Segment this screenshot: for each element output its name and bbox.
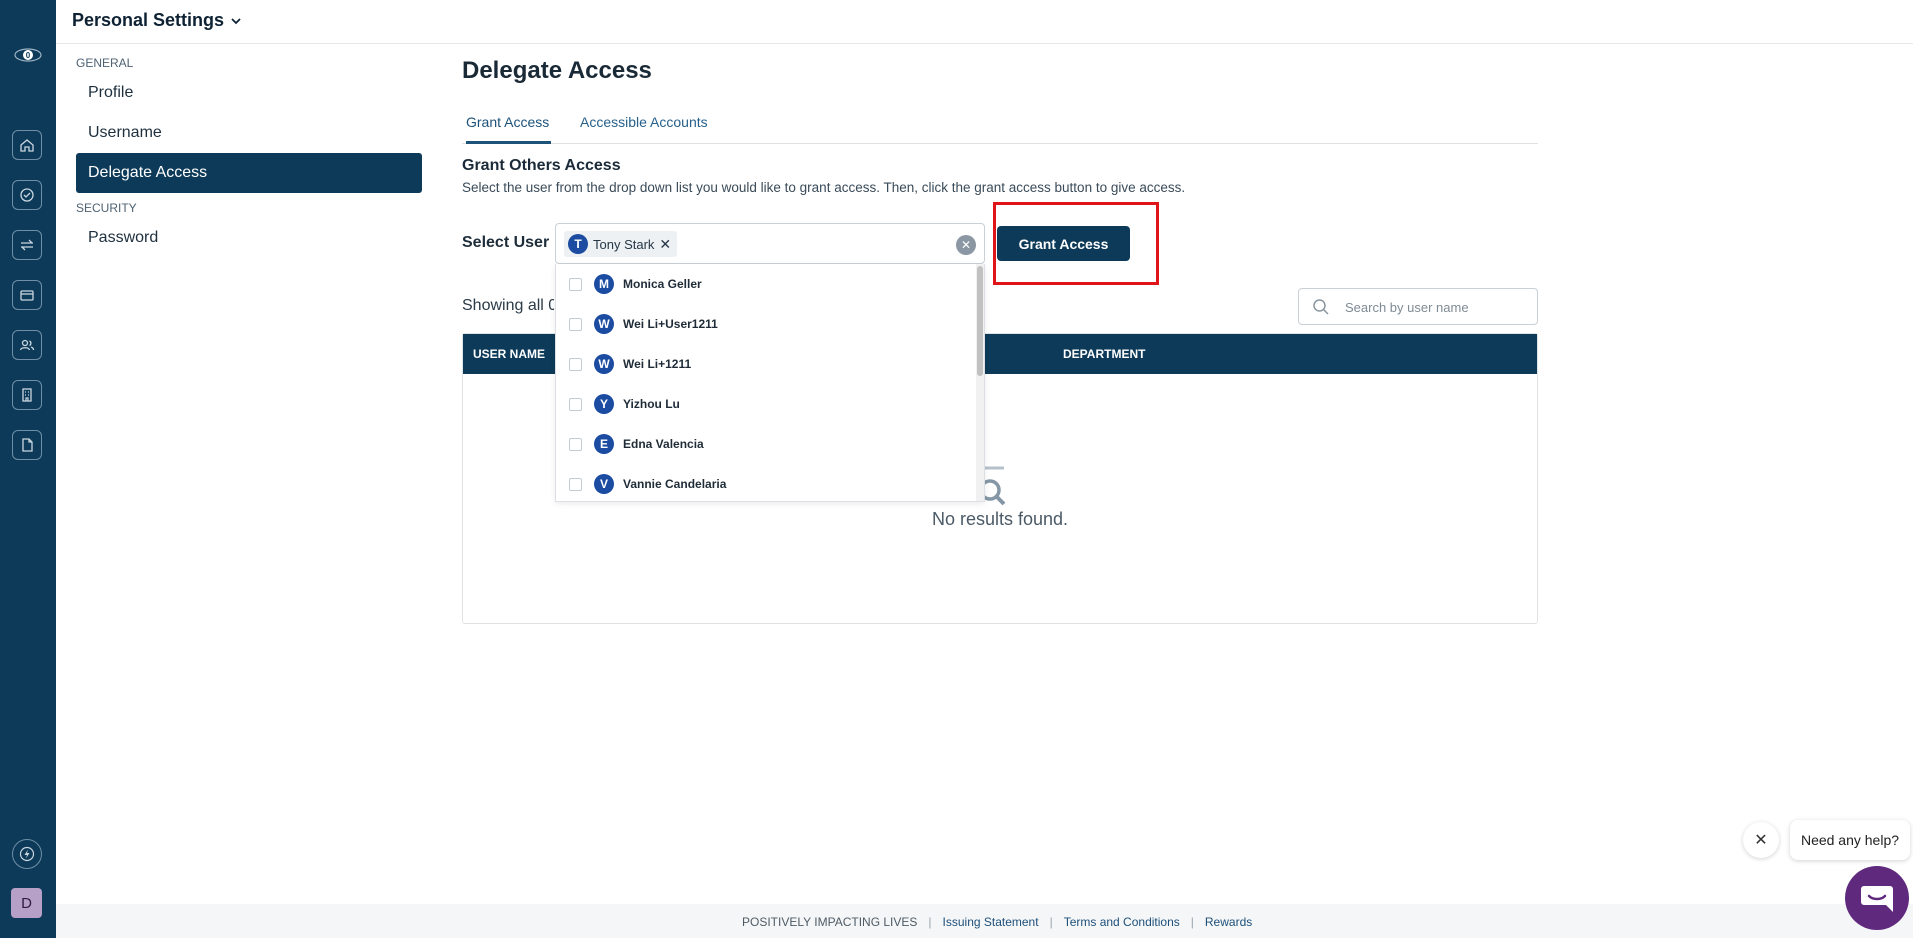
option-avatar: W	[594, 314, 614, 334]
footer-separator: |	[928, 915, 932, 929]
settings-nav: GENERAL Profile Username Delegate Access…	[76, 44, 422, 258]
option-checkbox[interactable]	[569, 397, 582, 411]
column-header-department[interactable]: DEPARTMENT	[1063, 347, 1145, 361]
option-checkbox[interactable]	[569, 437, 582, 451]
option-avatar: M	[594, 274, 614, 294]
footer-separator: |	[1049, 915, 1053, 929]
results-count: Showing all 0 users	[462, 297, 554, 314]
search-input[interactable]	[1345, 297, 1525, 317]
dropdown-option[interactable]: V Vannie Candelaria	[556, 464, 966, 501]
users-icon	[19, 339, 35, 351]
chip-label: Tony Stark	[593, 236, 655, 252]
footer-tagline: POSITIVELY IMPACTING LIVES	[742, 915, 918, 929]
footer-link-rewards[interactable]: Rewards	[1205, 915, 1252, 929]
page-title: Delegate Access	[462, 57, 652, 84]
option-avatar: Y	[594, 394, 614, 414]
help-bubble[interactable]: Need any help?	[1790, 820, 1910, 860]
clear-selection-icon[interactable]: ✕	[956, 235, 976, 255]
option-label: Wei Li+1211	[623, 357, 692, 371]
dropdown-option[interactable]: W Wei Li+1211	[556, 344, 966, 384]
dropdown-option[interactable]: M Monica Geller	[556, 264, 966, 304]
dropdown-option[interactable]: Y Yizhou Lu	[556, 384, 966, 424]
chip-avatar: T	[568, 234, 588, 254]
highlight-box	[993, 202, 1159, 285]
nav-section-security: SECURITY	[76, 201, 137, 215]
option-avatar: W	[594, 354, 614, 374]
section-description: Select the user from the drop down list …	[462, 180, 1186, 195]
page-footer: POSITIVELY IMPACTING LIVES | Issuing Sta…	[56, 904, 1913, 938]
search-icon	[1313, 299, 1329, 315]
dropdown-option[interactable]: W Wei Li+User1211	[556, 304, 966, 344]
bolt-icon	[19, 846, 35, 862]
selected-user-chip: T Tony Stark ✕	[564, 231, 678, 257]
option-label: Wei Li+User1211	[623, 317, 718, 331]
transfer-icon	[21, 239, 33, 251]
top-header: Personal Settings	[56, 0, 1913, 44]
close-icon: ✕	[1754, 832, 1768, 849]
chevron-down-icon	[231, 17, 241, 24]
user-search[interactable]	[1298, 288, 1538, 325]
user-dropdown: M Monica Geller W Wei Li+User1211 W Wei …	[555, 264, 985, 502]
dropdown-scrollbar[interactable]	[976, 264, 984, 501]
column-header-user-name[interactable]: USER NAME	[473, 347, 545, 361]
dropdown-scroll-thumb[interactable]	[977, 266, 983, 376]
rail-users-button[interactable]	[12, 330, 42, 360]
tab-accessible-accounts[interactable]: Accessible Accounts	[580, 104, 708, 144]
option-label: Vannie Candelaria	[623, 477, 727, 491]
rail-tasks-button[interactable]	[12, 180, 42, 210]
help-dismiss-button[interactable]: ✕	[1743, 822, 1779, 858]
option-label: Edna Valencia	[623, 437, 704, 451]
help-chat-button[interactable]	[1845, 866, 1909, 930]
option-checkbox[interactable]	[569, 477, 582, 491]
rail-transfer-button[interactable]	[12, 230, 42, 260]
nav-section-general: GENERAL	[76, 56, 134, 70]
nav-item-username[interactable]: Username	[76, 113, 422, 153]
header-title: Personal Settings	[72, 10, 225, 30]
building-icon	[22, 388, 32, 402]
option-avatar: E	[594, 434, 614, 454]
app-logo-count: 0	[26, 51, 31, 60]
remove-chip-icon[interactable]: ✕	[659, 236, 671, 253]
app-rail: 0 D	[0, 0, 56, 938]
dropdown-option[interactable]: E Edna Valencia	[556, 424, 966, 464]
rail-quick-actions-button[interactable]	[12, 839, 42, 869]
nav-item-password[interactable]: Password	[76, 218, 422, 258]
user-avatar[interactable]: D	[11, 888, 42, 918]
footer-link-terms[interactable]: Terms and Conditions	[1064, 915, 1180, 929]
app-logo[interactable]: 0	[14, 47, 42, 63]
chat-icon	[1861, 886, 1893, 912]
nav-item-delegate-access[interactable]: Delegate Access	[76, 153, 422, 193]
tab-grant-access[interactable]: Grant Access	[466, 104, 551, 144]
footer-separator: |	[1190, 915, 1194, 929]
section-title: Grant Others Access	[462, 157, 621, 174]
rail-cards-button[interactable]	[12, 280, 42, 310]
user-multiselect[interactable]: T Tony Stark ✕ ✕	[555, 223, 985, 264]
option-label: Yizhou Lu	[623, 397, 680, 411]
nav-item-profile[interactable]: Profile	[76, 73, 422, 113]
tab-bar: Grant Access Accessible Accounts	[462, 104, 1538, 144]
footer-link-issuing-statement[interactable]: Issuing Statement	[943, 915, 1039, 929]
card-icon	[20, 290, 34, 301]
rail-home-button[interactable]	[12, 130, 42, 160]
empty-results-text: No results found.	[931, 509, 1069, 529]
select-user-label: Select User	[462, 234, 550, 251]
rail-company-button[interactable]	[12, 380, 42, 410]
option-checkbox[interactable]	[569, 277, 582, 291]
option-avatar: V	[594, 474, 614, 494]
document-icon	[22, 438, 33, 452]
option-checkbox[interactable]	[569, 357, 582, 371]
check-circle-icon	[20, 188, 34, 202]
settings-menu-toggle[interactable]: Personal Settings	[72, 10, 242, 31]
home-icon	[20, 139, 34, 152]
option-label: Monica Geller	[623, 277, 702, 291]
rail-documents-button[interactable]	[12, 430, 42, 460]
option-checkbox[interactable]	[569, 317, 582, 331]
